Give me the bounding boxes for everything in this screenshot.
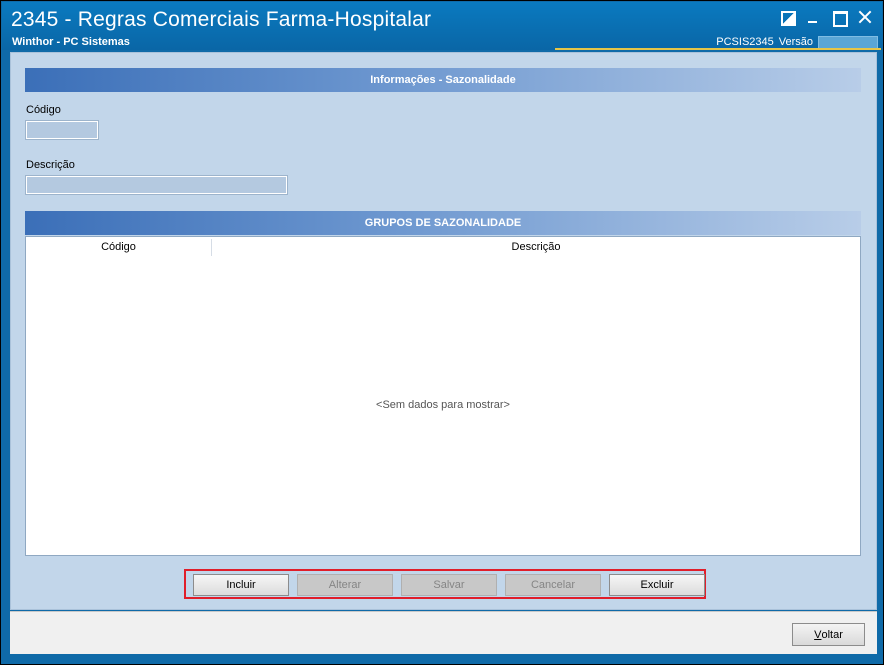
maximize-icon[interactable] [832,10,848,27]
close-icon[interactable] [858,10,872,24]
descricao-label: Descrição [26,159,75,171]
voltar-mnemonic: V [814,628,822,641]
window-title: 2345 - Regras Comerciais Farma-Hospitala… [11,8,432,31]
window-subtitle: Winthor - PC Sistemas [12,36,130,48]
cancelar-button[interactable]: Cancelar [505,574,601,596]
title-bar: 2345 - Regras Comerciais Farma-Hospitala… [2,2,882,50]
incluir-button[interactable]: Incluir [193,574,289,596]
alterar-button[interactable]: Alterar [297,574,393,596]
action-buttons-highlight: Incluir Alterar Salvar Cancelar Excluir [184,569,706,599]
restore-icon[interactable] [780,10,796,26]
app-window: 2345 - Regras Comerciais Farma-Hospitala… [0,0,884,665]
column-header-codigo[interactable]: Código [26,237,211,257]
version-label: Versão [778,36,813,48]
groups-section-header: GRUPOS DE SAZONALIDADE [25,211,861,235]
program-code: PCSIS2345 [716,36,774,48]
version-value-box [818,35,878,49]
groups-grid[interactable]: Código Descrição <Sem dados para mostrar… [25,236,861,556]
voltar-label: oltar [821,628,843,641]
info-section-header: Informações - Sazonalidade [25,68,861,92]
grid-empty-message: <Sem dados para mostrar> [376,399,510,411]
version-underline [555,48,881,50]
voltar-button[interactable]: Voltar [792,623,865,646]
descricao-input[interactable] [25,175,288,195]
codigo-input[interactable] [25,120,99,140]
codigo-label: Código [26,104,61,116]
window-controls [780,10,872,27]
grid-header: Código Descrição [26,237,860,257]
column-header-descricao[interactable]: Descrição [212,237,860,257]
version-info: PCSIS2345 Versão [716,35,878,49]
main-panel: Informações - Sazonalidade Código Descri… [10,52,877,610]
footer-bar: Voltar [10,611,877,654]
minimize-icon[interactable] [806,10,820,24]
excluir-button[interactable]: Excluir [609,574,705,596]
salvar-button[interactable]: Salvar [401,574,497,596]
